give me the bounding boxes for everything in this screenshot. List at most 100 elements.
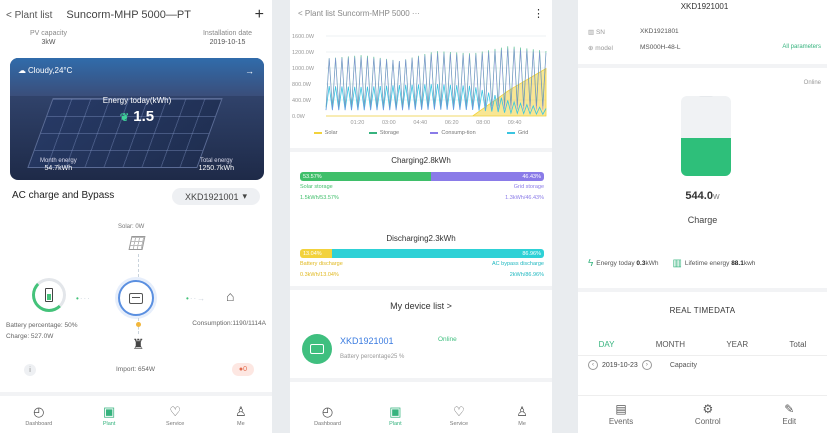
- tab-year[interactable]: YEAR: [726, 340, 748, 349]
- charging-bar: 53.57% 46.43%: [300, 172, 544, 181]
- tab-label: Dashboard: [314, 421, 341, 427]
- capacity-selector[interactable]: Capacity: [670, 362, 697, 369]
- device-battery: Battery percentage25 %: [340, 354, 405, 360]
- tab-label: Plant: [102, 421, 116, 427]
- tab-label: Me: [518, 421, 526, 427]
- divider: [0, 392, 272, 396]
- tab-day[interactable]: DAY: [599, 340, 615, 349]
- model-label-text: model: [595, 45, 613, 52]
- discharging-bar-bypass: 86.96%: [331, 249, 544, 258]
- control-icon: ⚙: [702, 402, 714, 416]
- tab-month[interactable]: MONTH: [656, 340, 685, 349]
- installation-date-label: Installation date: [202, 30, 252, 37]
- date-selector: ‹ 2019-10-23 › Capacity: [588, 360, 817, 370]
- charging-left-pct: 53.57%: [303, 173, 322, 180]
- flow-line-solar: [138, 254, 139, 282]
- charge-power: Charge: 527.0W: [6, 333, 54, 340]
- energy-today-label: Energy today: [596, 260, 635, 267]
- device-card[interactable]: XKD1921001 Online Battery percentage25 %: [298, 330, 544, 374]
- barcode-icon: ▥: [588, 29, 595, 36]
- service-icon: ♡: [453, 404, 465, 419]
- total-energy-label: Total energy: [199, 158, 233, 164]
- charging-labels: Solar storage Grid storage: [300, 184, 544, 190]
- x-tick-label: 04:40: [413, 120, 427, 126]
- control-button[interactable]: ⚙ Control: [695, 403, 721, 426]
- current-power: 544.0W: [578, 190, 827, 202]
- sn-row: ▥ SN XKD1921801: [588, 28, 821, 36]
- events-button[interactable]: ▤ Events: [609, 403, 633, 426]
- tab-label: Me: [237, 421, 245, 427]
- grid-pylon-icon[interactable]: ♜: [132, 336, 145, 353]
- events-icon: ▤: [615, 402, 627, 416]
- device-select[interactable]: XKD1921001 ▾: [172, 188, 260, 205]
- y-tick-label: 800.0W: [292, 82, 312, 88]
- battery-fill: [681, 137, 731, 176]
- more-icon[interactable]: ⋮: [533, 7, 544, 20]
- all-parameters-link[interactable]: All parameters: [782, 44, 821, 52]
- device-detail-panel: XKD1921001 ▥ SN XKD1921801 ⊕ model MS000…: [578, 0, 827, 433]
- energy-hero-card[interactable]: ☁ Cloudy,24°C → Energy today(kWh) ❦ 1.5 …: [10, 58, 264, 180]
- month-energy-label: Month energy: [40, 158, 77, 164]
- device-title-row: XKD1921001: [588, 2, 821, 11]
- battery-discharge-label: Battery discharge: [300, 261, 343, 267]
- prev-date-icon[interactable]: ‹: [588, 360, 598, 370]
- tab-dashboard[interactable]: ◴ Dashboard: [314, 405, 341, 427]
- solar-storage-value: 1.5kWh/53.57%: [300, 195, 339, 201]
- battery-percentage: Battery percentage: 50%: [6, 322, 78, 329]
- alarm-badge[interactable]: ● 0: [232, 363, 254, 376]
- battery-info: Battery percentage: 50% Charge: 527.0W: [6, 320, 78, 342]
- inverter-icon: [302, 334, 332, 364]
- chart-legend: Solar Storage Consump-tion Grid: [298, 130, 544, 136]
- total-energy-value: 1250.7kWh: [198, 165, 234, 172]
- plus-icon[interactable]: +: [255, 6, 264, 24]
- x-tick-label: 01:20: [351, 120, 365, 126]
- divider: [290, 148, 552, 152]
- tab-me[interactable]: ♙ Me: [235, 405, 247, 427]
- home-icon[interactable]: ⌂: [226, 288, 242, 304]
- sn-label-text: SN: [595, 29, 605, 36]
- top-bar: < Plant list Suncorm-MHP 5000 ··· ⋮: [298, 6, 544, 20]
- legend-consumption[interactable]: Consump-tion: [430, 130, 476, 136]
- header-title[interactable]: < Plant list Suncorm-MHP 5000 ···: [298, 9, 420, 18]
- tab-plant[interactable]: ▣ Plant: [103, 405, 116, 427]
- legend-grid[interactable]: Grid: [506, 130, 528, 136]
- charging-right-pct: 46.43%: [522, 173, 541, 180]
- selected-date[interactable]: 2019-10-23: [602, 362, 638, 369]
- month-energy: Month energy 54.7kWh: [40, 158, 77, 172]
- consumption: Consumption:1190/1114A: [192, 320, 266, 327]
- action-bar: ▤ Events ⚙ Control ✎ Edit: [578, 395, 827, 433]
- month-energy-value: 54.7kWh: [44, 165, 73, 172]
- divider: [578, 288, 827, 292]
- tab-plant[interactable]: ▣ Plant: [389, 405, 402, 427]
- inverter-icon[interactable]: [118, 280, 154, 316]
- power-value: 544.0: [685, 190, 713, 202]
- tab-me[interactable]: ♙ Me: [516, 405, 528, 427]
- tab-service[interactable]: ♡ Service: [450, 405, 468, 427]
- legend-storage[interactable]: Storage: [368, 130, 399, 136]
- tab-total[interactable]: Total: [789, 340, 806, 349]
- charging-bar-solar: 53.57%: [300, 172, 431, 181]
- tab-service[interactable]: ♡ Service: [166, 405, 184, 427]
- sky-background: [10, 58, 264, 96]
- flow-line-battery: •···: [76, 294, 91, 303]
- discharging-left-pct: 13.04%: [303, 250, 322, 257]
- plant-title[interactable]: Suncorm-MHP 5000—PT: [66, 9, 191, 21]
- edit-button[interactable]: ✎ Edit: [782, 403, 796, 426]
- model-row: ⊕ model MS000H-48-L All parameters: [588, 44, 821, 52]
- y-tick-label: 400.0W: [292, 98, 312, 104]
- next-date-icon[interactable]: ›: [641, 360, 652, 370]
- info-icon[interactable]: i: [24, 364, 36, 376]
- my-device-list-link[interactable]: My device list >: [290, 301, 552, 311]
- battery-icon[interactable]: [32, 278, 66, 312]
- installation-date: Installation date 2019-10-15: [203, 30, 252, 46]
- arrow-right-icon[interactable]: →: [245, 66, 254, 76]
- back-button[interactable]: < Plant list: [6, 10, 52, 21]
- caret-down-icon: ▾: [242, 191, 248, 201]
- charging-values: 1.5kWh/53.57% 1.3kWh/46.43%: [300, 195, 544, 201]
- divider: [290, 286, 552, 290]
- leaf-icon: ❦: [119, 112, 130, 124]
- pv-capacity-label: PV capacity: [30, 30, 67, 37]
- legend-solar[interactable]: Solar: [313, 130, 338, 136]
- y-tick-label: 0.0W: [292, 114, 306, 120]
- tab-dashboard[interactable]: ◴ Dashboard: [25, 405, 52, 427]
